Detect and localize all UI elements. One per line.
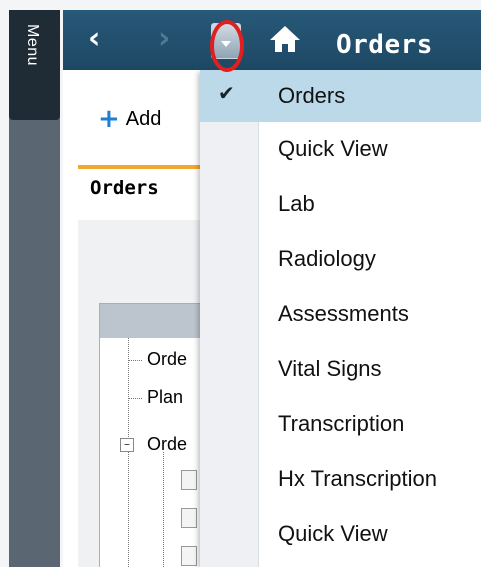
menu-item-transcription[interactable]: Transcription [200, 398, 481, 450]
menu-item-label: Radiology [278, 246, 376, 271]
menu-item-quick-view[interactable]: Quick View [200, 123, 481, 175]
add-button[interactable]: + Add [98, 104, 162, 134]
chevron-right-icon: › [158, 21, 171, 56]
menu-button[interactable]: Menu [9, 10, 60, 120]
menu-item-label: Vital Signs [278, 356, 382, 381]
chevron-left-icon: ‹ [88, 21, 101, 56]
home-icon[interactable] [268, 24, 302, 54]
highlight-circle [210, 20, 244, 72]
menu-item-label: Hx Transcription [278, 466, 437, 491]
tree-checkbox[interactable] [181, 470, 197, 490]
app-window: Menu ‹ › Orders + Add Orders Orde Plan –… [0, 0, 481, 567]
forward-button[interactable]: › [158, 24, 186, 54]
side-menu-strip: Menu [9, 10, 60, 567]
tree-connector [128, 398, 142, 399]
tree-item[interactable]: Plan [147, 387, 183, 408]
menu-item-assessments[interactable]: Assessments [200, 288, 481, 340]
menu-label: Menu [24, 24, 41, 67]
tree-checkbox[interactable] [181, 546, 197, 566]
menu-item-quick-view-2[interactable]: Quick View [200, 508, 481, 560]
menu-item-label: Quick View [278, 136, 388, 161]
expand-toggle[interactable]: – [120, 438, 134, 452]
plus-icon: + [98, 104, 120, 134]
tree-connector [163, 452, 164, 567]
menu-item-hx-transcription[interactable]: Hx Transcription [200, 453, 481, 505]
tree-connector [128, 338, 129, 567]
menu-item-label: Transcription [278, 411, 405, 436]
menu-item-label: Assessments [278, 301, 409, 326]
tree-checkbox[interactable] [181, 508, 197, 528]
menu-item-vital-signs[interactable]: Vital Signs [200, 343, 481, 395]
tree-item[interactable]: Orde [147, 349, 187, 370]
menu-item-radiology[interactable]: Radiology [200, 233, 481, 285]
checkmark-icon: ✔ [218, 81, 235, 105]
back-button[interactable]: ‹ [88, 24, 116, 54]
menu-item-label: Lab [278, 191, 315, 216]
page-title: Orders [336, 30, 433, 60]
menu-item-label: Quick View [278, 521, 388, 546]
menu-item-label: Orders [278, 83, 346, 108]
add-button-label: Add [125, 107, 162, 130]
menu-item-orders[interactable]: ✔ Orders [200, 70, 481, 122]
tree-connector [128, 360, 142, 361]
menu-item-lab[interactable]: Lab [200, 178, 481, 230]
tree-item[interactable]: Orde [147, 434, 187, 455]
view-dropdown-menu: ✔ Orders Quick View Lab Radiology Assess… [200, 70, 481, 567]
tab-orders-label: Orders [90, 177, 159, 199]
